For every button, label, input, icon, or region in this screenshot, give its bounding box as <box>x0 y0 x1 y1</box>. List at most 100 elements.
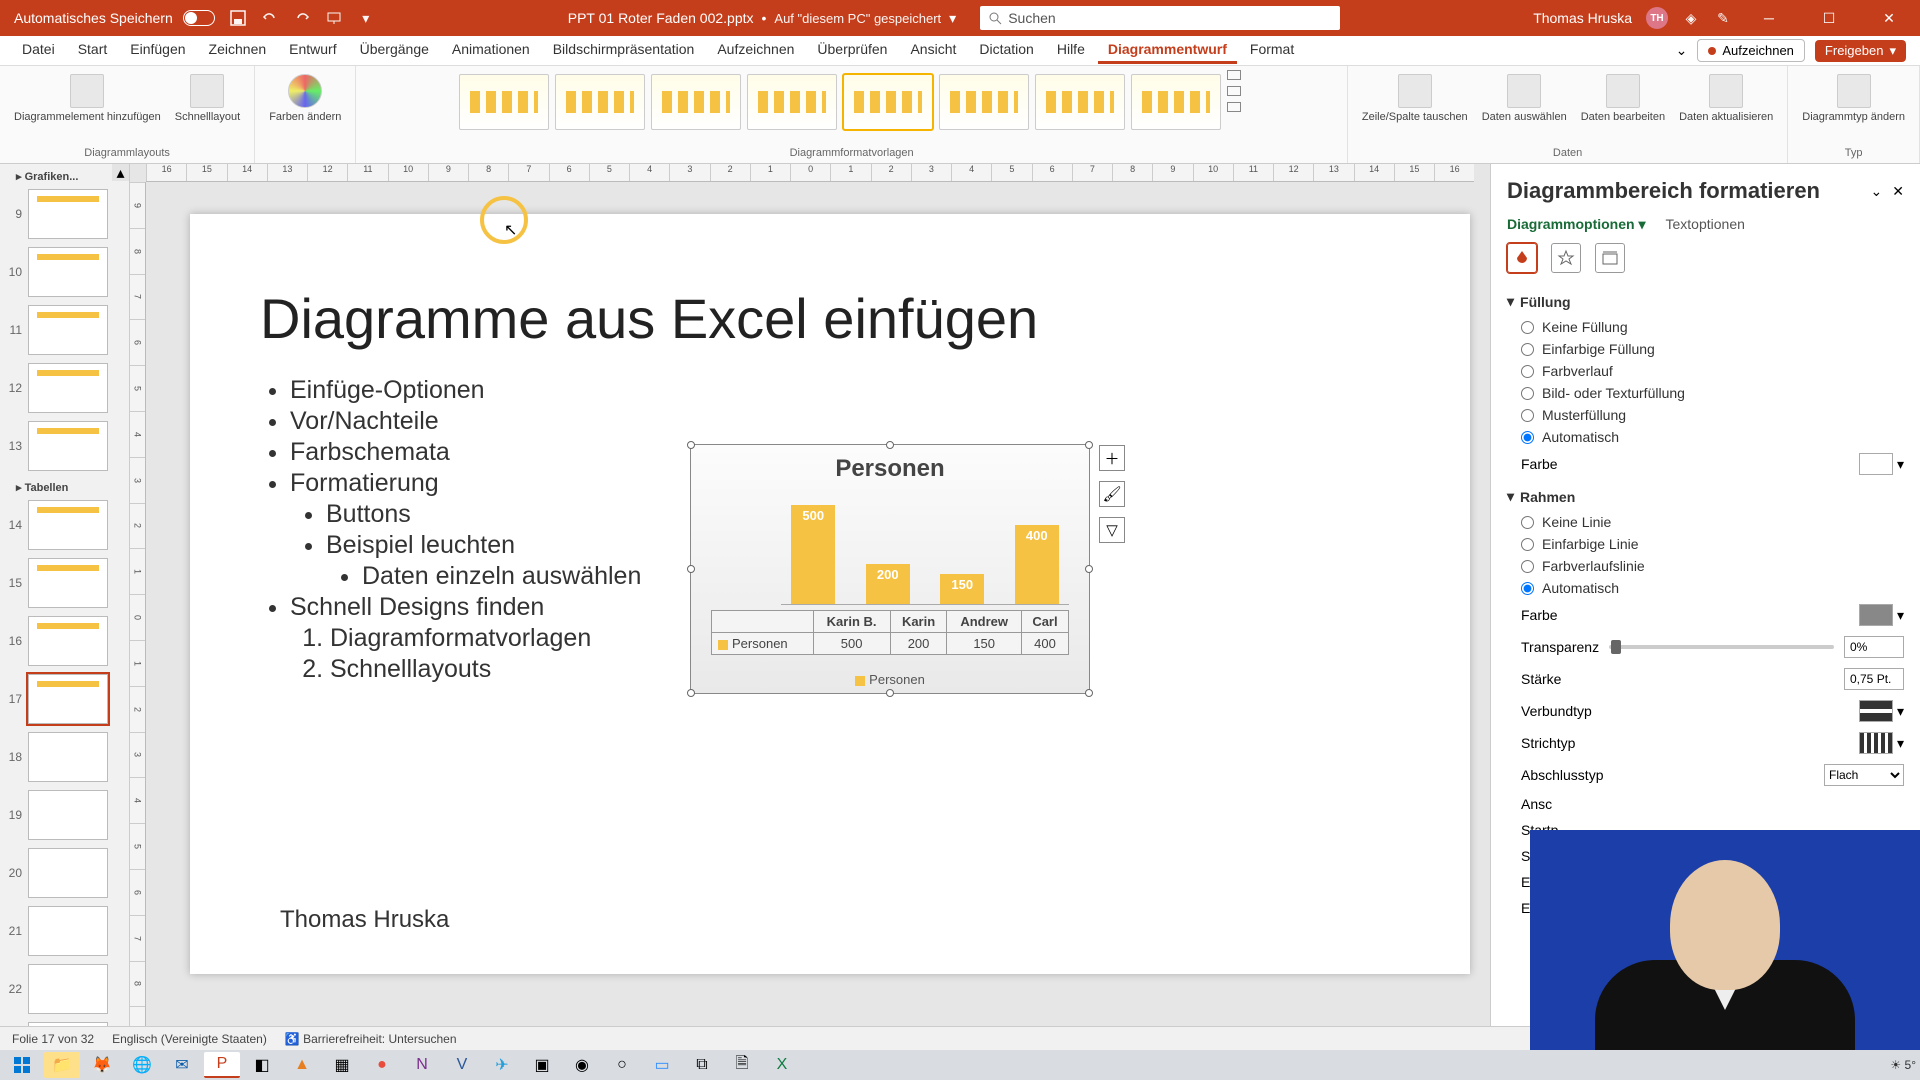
chart-bar[interactable]: 200 <box>866 564 910 604</box>
chart-style-6[interactable] <box>939 74 1029 130</box>
menu-tab-dictation[interactable]: Dictation <box>969 37 1043 64</box>
redo-icon[interactable] <box>293 9 311 27</box>
taskbar-app7-icon[interactable]: 🗎 <box>724 1052 760 1078</box>
ribbon-collapse-icon[interactable]: ⌄ <box>1676 42 1688 59</box>
accessibility-status[interactable]: ♿ Barrierefreiheit: Untersuchen <box>285 1032 457 1046</box>
tab-text-options[interactable]: Textoptionen <box>1666 216 1745 233</box>
menu-tab-datei[interactable]: Datei <box>12 37 65 64</box>
chart-elements-button[interactable]: ＋ <box>1099 445 1125 471</box>
tab-chart-options[interactable]: Diagrammoptionen ▾ <box>1507 216 1646 233</box>
resize-handle[interactable] <box>1085 689 1093 697</box>
taskbar-explorer-icon[interactable]: 📁 <box>44 1052 80 1078</box>
slide-thumb-10[interactable]: 10 <box>0 243 129 301</box>
menu-tab-diagrammentwurf[interactable]: Diagrammentwurf <box>1098 37 1237 64</box>
slide-counter[interactable]: Folie 17 von 32 <box>12 1032 94 1046</box>
fill-color-dropdown-icon[interactable]: ▾ <box>1897 456 1904 473</box>
menu-tab-überprüfen[interactable]: Überprüfen <box>807 37 897 64</box>
resize-handle[interactable] <box>687 441 695 449</box>
docname-dropdown-icon[interactable]: ▾ <box>949 10 956 27</box>
effects-icon[interactable] <box>1551 243 1581 273</box>
resize-handle[interactable] <box>886 689 894 697</box>
slide-thumb-20[interactable]: 20 <box>0 844 129 902</box>
dash-picker[interactable] <box>1859 732 1893 754</box>
draw-icon[interactable]: ✎ <box>1714 9 1732 27</box>
window-minimize[interactable]: ─ <box>1746 0 1792 36</box>
slide-thumb-15[interactable]: 15 <box>0 554 129 612</box>
record-button[interactable]: Aufzeichnen <box>1697 39 1805 62</box>
slide-title[interactable]: Diagramme aus Excel einfügen <box>260 286 1038 351</box>
menu-tab-aufzeichnen[interactable]: Aufzeichnen <box>707 37 804 64</box>
width-value[interactable]: 0,75 Pt. <box>1844 668 1904 690</box>
chart-filter-button[interactable]: ▽ <box>1099 517 1125 543</box>
switch-row-column-button[interactable]: Zeile/Spalte tauschen <box>1358 70 1472 128</box>
weather-widget[interactable]: ☀ 5° <box>1890 1058 1916 1072</box>
section-graphics-label[interactable]: ▸ Grafiken... <box>0 164 129 185</box>
border-solid-option[interactable]: Einfarbige Linie <box>1507 533 1904 555</box>
fill-gradient-option[interactable]: Farbverlauf <box>1507 360 1904 382</box>
taskbar-zoom-icon[interactable]: ▭ <box>644 1052 680 1078</box>
thumb-scroll-up[interactable]: ▴ <box>112 164 129 181</box>
format-pane-collapse-icon[interactable]: ⌄ <box>1871 183 1883 200</box>
autosave-toggle[interactable] <box>183 10 215 26</box>
menu-tab-entwurf[interactable]: Entwurf <box>279 37 346 64</box>
chart-style-4[interactable] <box>747 74 837 130</box>
compound-picker[interactable] <box>1859 700 1893 722</box>
window-close[interactable]: ✕ <box>1866 0 1912 36</box>
menu-tab-animationen[interactable]: Animationen <box>442 37 540 64</box>
resize-handle[interactable] <box>687 565 695 573</box>
taskbar-powerpoint-icon[interactable]: P <box>204 1052 240 1078</box>
section-border-header[interactable]: ▾ Rahmen <box>1507 480 1904 511</box>
chart-style-3[interactable] <box>651 74 741 130</box>
taskbar-firefox-icon[interactable]: 🦊 <box>84 1052 120 1078</box>
edit-data-button[interactable]: Daten bearbeiten <box>1577 70 1669 128</box>
search-box[interactable]: Suchen <box>980 6 1340 30</box>
diamond-icon[interactable]: ◈ <box>1682 9 1700 27</box>
taskbar-outlook-icon[interactable]: ✉ <box>164 1052 200 1078</box>
transparency-value[interactable]: 0% <box>1844 636 1904 658</box>
fill-solid-option[interactable]: Einfarbige Füllung <box>1507 338 1904 360</box>
transparency-slider[interactable] <box>1609 645 1834 649</box>
resize-handle[interactable] <box>1085 565 1093 573</box>
qat-more-icon[interactable]: ▾ <box>357 9 375 27</box>
slide-thumb-16[interactable]: 16 <box>0 612 129 670</box>
taskbar-telegram-icon[interactable]: ✈ <box>484 1052 520 1078</box>
select-data-button[interactable]: Daten auswählen <box>1478 70 1571 128</box>
start-button[interactable] <box>4 1052 40 1078</box>
refresh-data-button[interactable]: Daten aktualisieren <box>1675 70 1777 128</box>
slide-thumb-22[interactable]: 22 <box>0 960 129 1018</box>
chart-bar[interactable]: 400 <box>1015 525 1059 604</box>
chart-style-7[interactable] <box>1035 74 1125 130</box>
section-fill-header[interactable]: ▾ Füllung <box>1507 285 1904 316</box>
fill-pattern-option[interactable]: Musterfüllung <box>1507 404 1904 426</box>
chart-style-1[interactable] <box>459 74 549 130</box>
border-auto-option[interactable]: Automatisch <box>1507 577 1904 599</box>
user-avatar[interactable]: TH <box>1646 7 1668 29</box>
chart-title[interactable]: Personen <box>691 445 1089 483</box>
menu-tab-hilfe[interactable]: Hilfe <box>1047 37 1095 64</box>
save-icon[interactable] <box>229 9 247 27</box>
slide-thumb-11[interactable]: 11 <box>0 301 129 359</box>
slide-thumb-13[interactable]: 13 <box>0 417 129 475</box>
slide-canvas[interactable]: Diagramme aus Excel einfügen Einfüge-Opt… <box>190 214 1470 974</box>
taskbar-app3-icon[interactable]: ● <box>364 1052 400 1078</box>
quick-layout-button[interactable]: Schnelllayout <box>171 70 244 128</box>
fill-color-picker[interactable] <box>1859 453 1893 475</box>
slide-thumb-9[interactable]: 9 <box>0 185 129 243</box>
share-button[interactable]: Freigeben▾ <box>1815 40 1906 62</box>
resize-handle[interactable] <box>1085 441 1093 449</box>
taskbar-app5-icon[interactable]: ○ <box>604 1052 640 1078</box>
resize-handle[interactable] <box>687 689 695 697</box>
size-properties-icon[interactable] <box>1595 243 1625 273</box>
chart-style-more[interactable] <box>1227 70 1245 112</box>
chart-object[interactable]: Personen 500200150400 Karin B.KarinAndre… <box>690 444 1090 694</box>
slide-thumb-12[interactable]: 12 <box>0 359 129 417</box>
menu-tab-ansicht[interactable]: Ansicht <box>900 37 966 64</box>
taskbar-obs-icon[interactable]: ◉ <box>564 1052 600 1078</box>
slide-thumb-18[interactable]: 18 <box>0 728 129 786</box>
chart-styles-button[interactable]: 🖌 <box>1099 481 1125 507</box>
border-color-dropdown-icon[interactable]: ▾ <box>1897 607 1904 624</box>
slide-thumb-14[interactable]: 14 <box>0 496 129 554</box>
menu-tab-start[interactable]: Start <box>68 37 118 64</box>
slide-thumbnail-panel[interactable]: ▴ ▸ Grafiken... 910111213 ▸ Tabellen 141… <box>0 164 130 1052</box>
slide-thumb-17[interactable]: 17 <box>0 670 129 728</box>
